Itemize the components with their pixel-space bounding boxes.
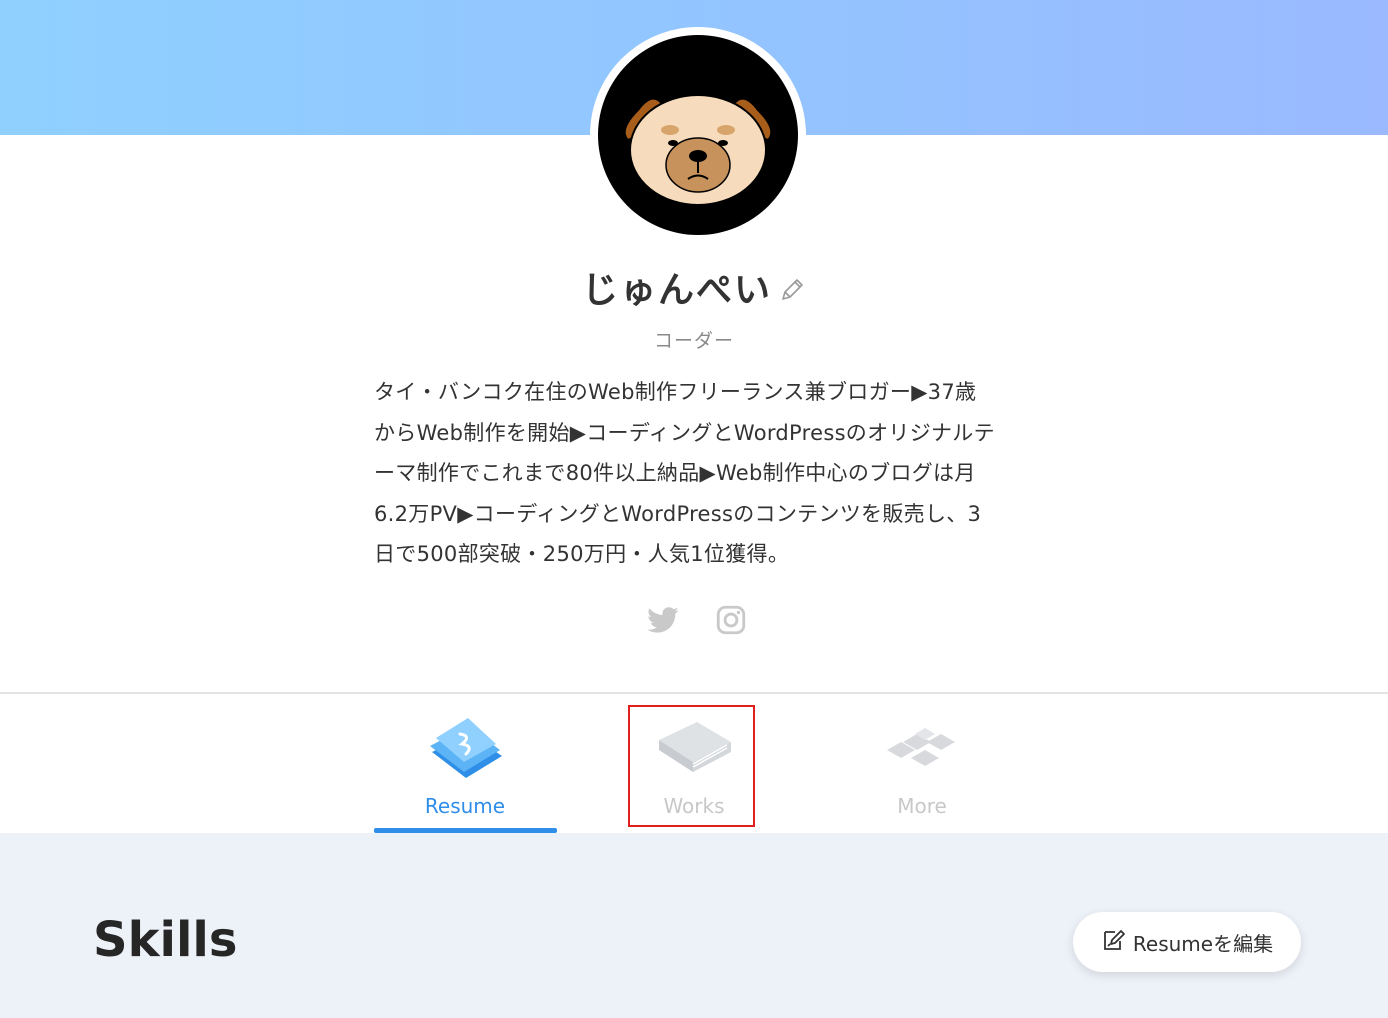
profile-name-row: じゅんぺい bbox=[0, 262, 1388, 312]
works-highlight-box bbox=[628, 705, 755, 827]
instagram-icon[interactable] bbox=[714, 603, 748, 637]
dog-avatar-image bbox=[598, 35, 798, 235]
avatar[interactable] bbox=[590, 27, 806, 243]
resume-icon bbox=[424, 712, 506, 788]
profile-name: じゅんぺい bbox=[581, 270, 772, 311]
tab-divider bbox=[0, 692, 1388, 694]
section-title: Skills bbox=[93, 912, 238, 968]
pencil-icon[interactable] bbox=[778, 276, 806, 304]
bio-line: ーマ制作でこれまで80件以上納品▶Web制作中心のブログは月 bbox=[374, 461, 976, 485]
edit-resume-label: Resumeを編集 bbox=[1132, 931, 1274, 956]
twitter-icon[interactable] bbox=[646, 603, 680, 637]
edit-resume-button[interactable]: Resumeを編集 bbox=[1073, 912, 1301, 972]
tab-label: More bbox=[897, 794, 947, 818]
bio-line: 6.2万PV▶コーディングとWordPressのコンテンツを販売し、3 bbox=[374, 501, 982, 526]
tab-resume[interactable]: Resume bbox=[374, 706, 556, 828]
tab-label: Resume bbox=[424, 794, 506, 818]
bio-line: 日で500部突破・250万円・人気1位獲得。 bbox=[374, 542, 790, 566]
more-tiles-icon bbox=[881, 712, 963, 788]
bio-line: からWeb制作を開始▶コーディングとWordPressのオリジナルテ bbox=[374, 420, 995, 445]
profile-bio: タイ・バンコク在住のWeb制作フリーランス兼ブロガー▶37歳 からWeb制作を開… bbox=[374, 372, 1024, 575]
profile-role: コーダー bbox=[653, 330, 734, 352]
social-links bbox=[646, 602, 748, 638]
tab-more[interactable]: More bbox=[831, 706, 1013, 828]
bio-line: タイ・バンコク在住のWeb制作フリーランス兼ブロガー▶37歳 bbox=[374, 380, 977, 404]
edit-icon bbox=[1101, 927, 1127, 957]
